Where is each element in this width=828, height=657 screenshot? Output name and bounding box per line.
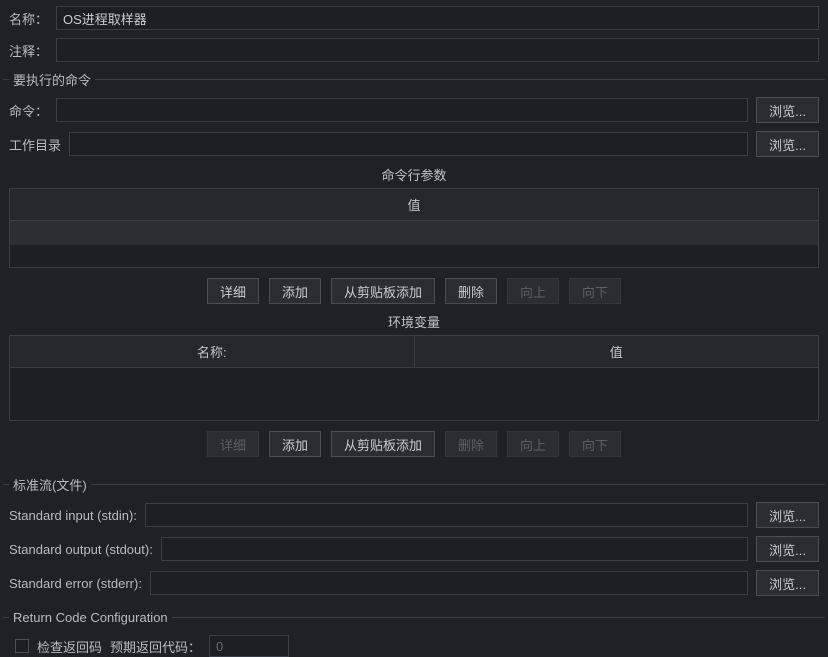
std-streams-group: 标准流(文件) Standard input (stdin): 浏览... St… [3,475,825,604]
command-group: 要执行的命令 命令： 浏览... 工作目录 浏览... 命令行参数 值 详细 添… [3,70,825,469]
stdin-input[interactable] [145,503,748,527]
stdin-label: Standard input (stdin): [9,508,137,523]
workdir-input[interactable] [69,132,748,156]
command-browse-button[interactable]: 浏览... [756,97,819,123]
command-label: 命令： [9,101,48,120]
command-input[interactable] [56,98,748,122]
workdir-label: 工作目录 [9,135,61,154]
env-down-button: 向下 [569,431,621,457]
expected-return-input[interactable] [209,635,289,657]
stderr-label: Standard error (stderr): [9,576,142,591]
env-header-name[interactable]: 名称: [10,336,415,367]
env-header-value[interactable]: 值 [415,336,819,367]
check-return-label: 检查返回码 [37,637,102,656]
stderr-input[interactable] [150,571,748,595]
command-group-legend: 要执行的命令 [9,70,95,89]
env-vars-buttons: 详细 添加 从剪贴板添加 删除 向上 向下 [9,431,819,457]
cmd-params-title: 命令行参数 [9,165,819,184]
env-detail-button: 详细 [207,431,259,457]
check-return-checkbox[interactable] [15,639,29,653]
cmd-up-button: 向上 [507,278,559,304]
comment-label: 注释： [9,41,48,60]
cmd-detail-button[interactable]: 详细 [207,278,259,304]
stdout-input[interactable] [161,537,748,561]
stdout-label: Standard output (stdout): [9,542,153,557]
env-add-clipboard-button[interactable]: 从剪贴板添加 [331,431,435,457]
stderr-browse-button[interactable]: 浏览... [756,570,819,596]
expected-return-label: 预期返回代码： [110,637,201,656]
env-vars-body[interactable] [10,368,818,420]
env-vars-title: 环境变量 [9,312,819,331]
env-up-button: 向上 [507,431,559,457]
cmd-params-header-value[interactable]: 值 [10,189,818,220]
cmd-params-buttons: 详细 添加 从剪贴板添加 删除 向上 向下 [9,278,819,304]
workdir-browse-button[interactable]: 浏览... [756,131,819,157]
cmd-params-body[interactable] [10,221,818,267]
name-label: 名称： [9,9,48,28]
cmd-add-clipboard-button[interactable]: 从剪贴板添加 [331,278,435,304]
env-add-button[interactable]: 添加 [269,431,321,457]
cmd-add-button[interactable]: 添加 [269,278,321,304]
cmd-down-button: 向下 [569,278,621,304]
table-row[interactable] [10,221,818,245]
stdin-browse-button[interactable]: 浏览... [756,502,819,528]
return-code-group: Return Code Configuration 检查返回码 预期返回代码： [3,610,825,657]
comment-input[interactable] [56,38,819,62]
env-vars-table: 名称: 值 [9,335,819,421]
stdout-browse-button[interactable]: 浏览... [756,536,819,562]
std-streams-legend: 标准流(文件) [9,475,91,494]
name-input[interactable] [56,6,819,30]
env-delete-button: 删除 [445,431,497,457]
cmd-params-table: 值 [9,188,819,268]
cmd-delete-button[interactable]: 删除 [445,278,497,304]
